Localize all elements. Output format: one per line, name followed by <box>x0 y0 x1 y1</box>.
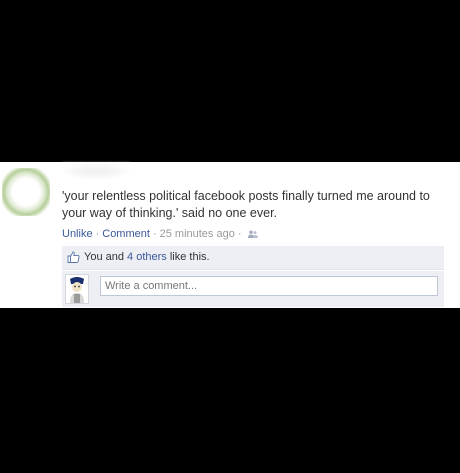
like-sentence-suffix: like this. <box>166 251 210 263</box>
like-sentence: You and 4 others like this. <box>84 251 210 263</box>
feedback-panel: You and 4 others like this. <box>62 246 444 307</box>
viewer-avatar-image <box>66 275 88 303</box>
story-card: 'your relentless political facebook post… <box>0 162 460 308</box>
author-avatar[interactable] <box>2 168 50 216</box>
author-avatar-redacted <box>2 168 50 216</box>
thumbs-up-icon <box>67 251 80 263</box>
comment-composer-row <box>62 271 444 307</box>
like-sentence-prefix: You and <box>84 251 128 263</box>
timestamp[interactable]: 25 minutes ago <box>160 228 235 240</box>
unlike-link[interactable]: Unlike <box>62 228 93 240</box>
separator: · <box>95 228 100 240</box>
like-sentence-row: You and 4 others like this. <box>62 246 444 270</box>
post-actions: Unlike · Comment · 25 minutes ago · <box>62 228 258 240</box>
separator: · <box>237 228 242 240</box>
separator: · <box>152 228 157 240</box>
post-message: 'your relentless political facebook post… <box>62 189 430 220</box>
likers-link[interactable]: 4 others <box>127 251 167 263</box>
comment-link[interactable]: Comment <box>102 228 150 240</box>
viewer-avatar[interactable] <box>65 274 89 304</box>
friends-icon[interactable] <box>247 230 258 239</box>
comment-input[interactable] <box>100 276 438 296</box>
author-name-redacted[interactable] <box>62 163 130 179</box>
